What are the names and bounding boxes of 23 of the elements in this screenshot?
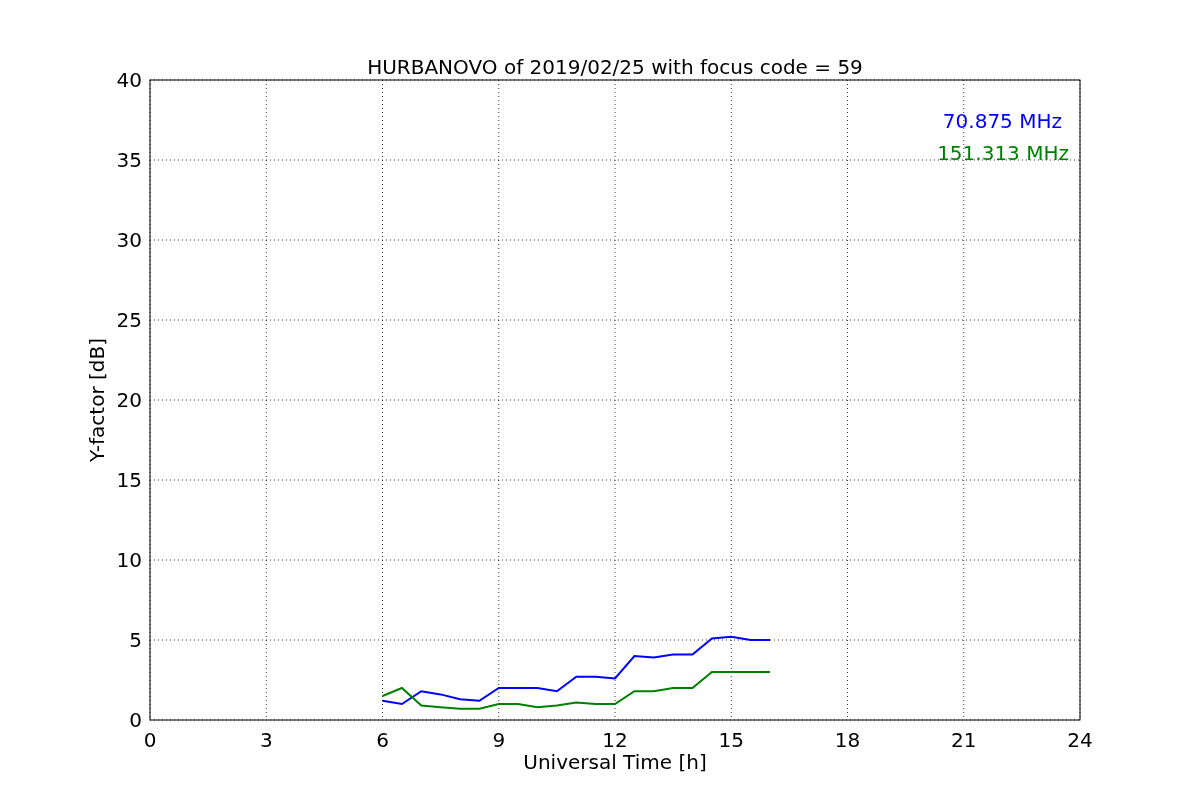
x-tick-label: 3 xyxy=(259,728,273,752)
y-tick-label: 0 xyxy=(129,708,142,732)
x-tick-label: 9 xyxy=(492,728,506,752)
y-tick-label: 15 xyxy=(116,468,142,492)
y-axis-label: Y-factor [dB] xyxy=(85,338,109,462)
y-tick-label: 5 xyxy=(129,628,142,652)
y-tick-label: 25 xyxy=(116,308,142,332)
x-tick-label: 15 xyxy=(718,728,744,752)
y-tick-label: 30 xyxy=(116,228,142,252)
y-tick-label: 10 xyxy=(116,548,142,572)
chart-title: HURBANOVO of 2019/02/25 with focus code = 59 xyxy=(367,55,863,79)
x-tick-label: 6 xyxy=(376,728,389,752)
y-tick-label: 20 xyxy=(116,388,142,412)
x-tick-label: 21 xyxy=(951,728,977,752)
x-tick-label: 18 xyxy=(834,728,861,752)
y-tick-label: 40 xyxy=(116,68,142,92)
x-tick-label: 0 xyxy=(143,728,157,752)
y-tick-label: 35 xyxy=(116,148,142,172)
x-axis-label: Universal Time [h] xyxy=(523,750,707,774)
legend-label: 151.313 MHz xyxy=(937,141,1069,165)
legend-label: 70.875 MHz xyxy=(942,109,1062,133)
x-tick-label: 12 xyxy=(602,728,628,752)
x-tick-label: 24 xyxy=(1067,728,1093,752)
